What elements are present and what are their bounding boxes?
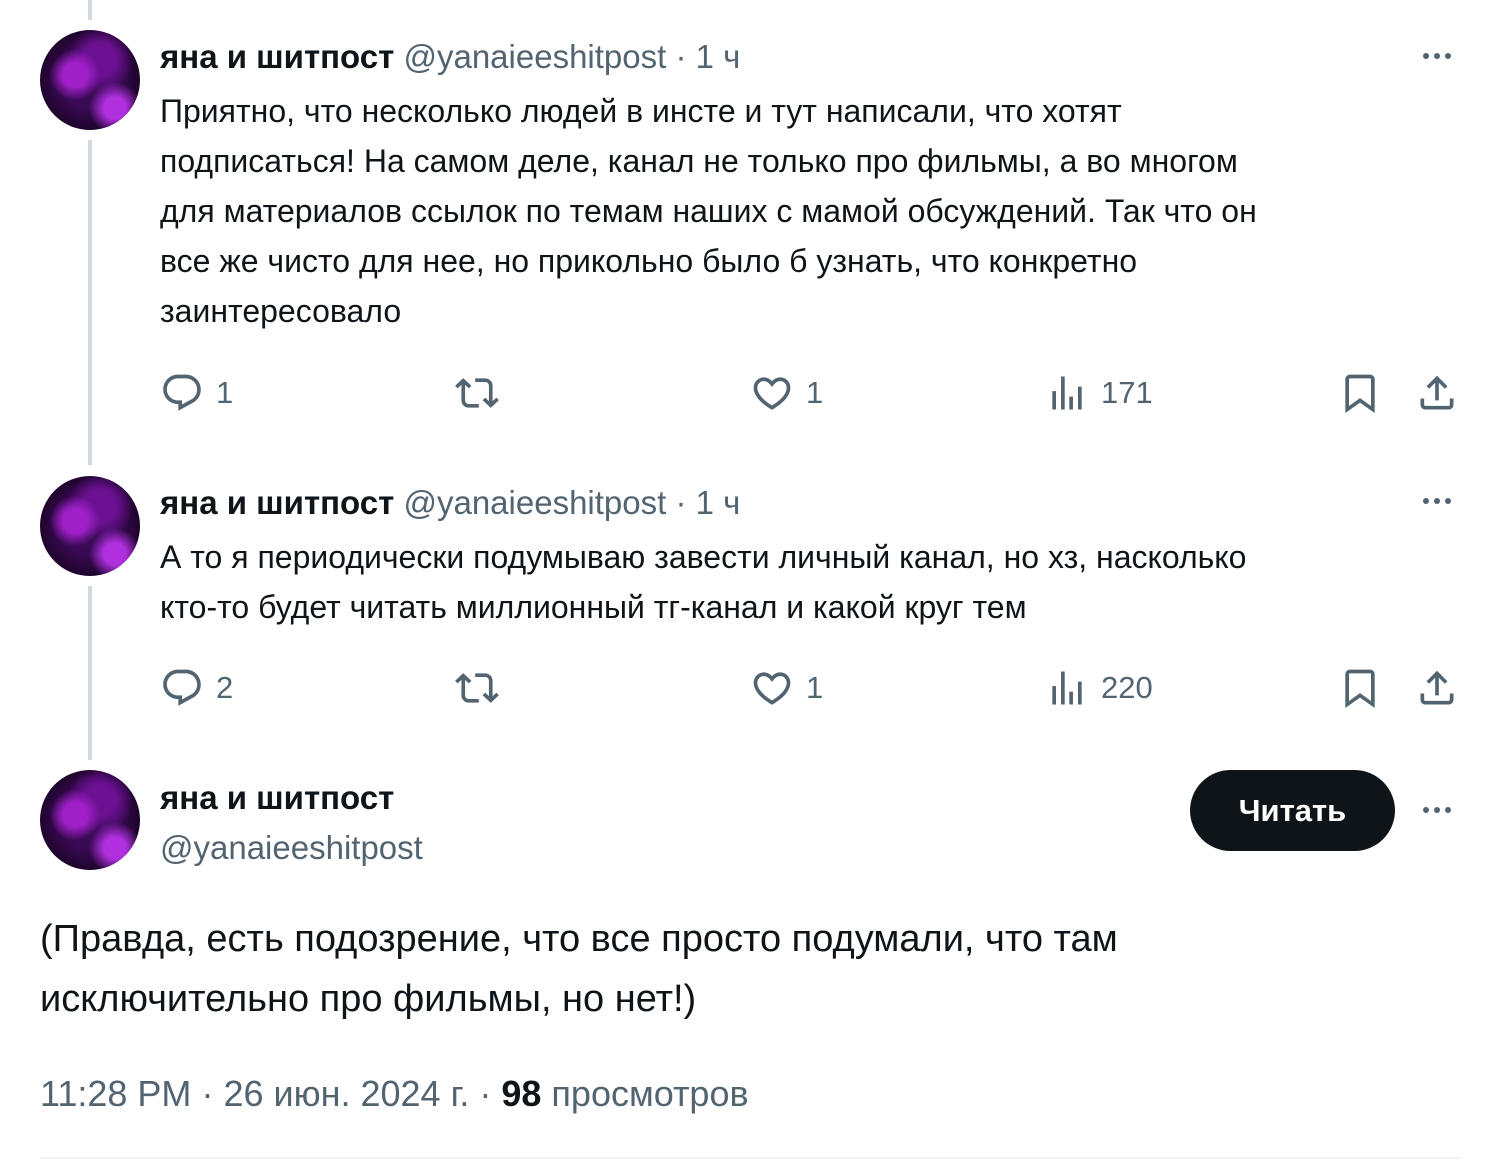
author-name[interactable]: яна и шитпост (160, 484, 394, 521)
like-button[interactable]: 1 (750, 371, 823, 415)
meta-separator: · (201, 1073, 214, 1114)
time-separator: · (675, 484, 687, 521)
thread-line (88, 586, 92, 760)
views-button[interactable]: 220 (1045, 666, 1153, 710)
like-button[interactable]: 1 (750, 666, 823, 710)
author-name-text: яна и шитпост (160, 779, 395, 816)
reply-button[interactable]: 2 (160, 666, 233, 710)
time-separator: · (675, 38, 687, 75)
author-handle[interactable]: @yanaieeshitpost (403, 38, 666, 75)
views-icon (1052, 671, 1082, 705)
avatar[interactable] (40, 476, 140, 576)
retweet-icon (455, 378, 499, 408)
more-icon[interactable] (1412, 795, 1462, 825)
tweet-header: яна и шитпост @yanaieeshitpost · 1 ч (160, 37, 740, 77)
text-line: исключительно про фильмы, но нет!) (40, 978, 697, 1020)
views-count: 220 (1101, 670, 1153, 705)
avatar[interactable] (40, 30, 140, 130)
tweet-text: (Правда, есть подозрение, что все просто… (40, 909, 1440, 1029)
bookmark-icon (1345, 669, 1375, 709)
tweet-text: А то я периодически подумываю завести ли… (160, 532, 1450, 632)
author-handle-text: @yanaieeshitpost (160, 829, 423, 866)
retweet-button[interactable] (455, 371, 511, 415)
more-icon[interactable] (1412, 486, 1462, 516)
author-name[interactable]: яна и шитпост (160, 778, 394, 818)
retweet-button[interactable] (455, 666, 511, 710)
bookmark-button[interactable] (1338, 371, 1382, 415)
heart-icon (753, 672, 791, 705)
share-icon (1420, 670, 1454, 705)
divider (40, 1157, 1462, 1159)
bookmark-icon (1345, 374, 1375, 414)
thread-line (88, 0, 92, 20)
bookmark-button[interactable] (1338, 666, 1382, 710)
tweet-text: Приятно, что несколько людей в инсте и т… (160, 86, 1450, 336)
text-line: Приятно, что несколько людей в инсте и т… (160, 93, 1122, 129)
tweet-date[interactable]: 26 июн. 2024 г. (223, 1073, 469, 1114)
share-button[interactable] (1415, 666, 1459, 710)
author-handle[interactable]: @yanaieeshitpost (160, 828, 423, 868)
like-count: 1 (806, 670, 824, 705)
reply-count: 2 (216, 670, 234, 705)
text-line: заинтересовало (160, 293, 402, 329)
avatar[interactable] (40, 770, 140, 870)
text-line: все же чисто для нее, но прикольно было … (160, 243, 1138, 279)
tweet-time[interactable]: 1 ч (696, 484, 741, 521)
heart-icon (753, 377, 791, 410)
tweet-time[interactable]: 1 ч (696, 38, 741, 75)
share-icon (1420, 375, 1454, 410)
text-line: (Правда, есть подозрение, что все просто… (40, 918, 1118, 960)
text-line: для материалов ссылок по темам наших с м… (160, 193, 1257, 229)
tweet-header: яна и шитпост @yanaieeshitpost · 1 ч (160, 483, 740, 523)
reply-button[interactable]: 1 (160, 371, 233, 415)
thread-line (88, 140, 92, 465)
text-line: А то я периодически подумываю завести ли… (160, 539, 1247, 575)
share-button[interactable] (1415, 371, 1459, 415)
follow-button[interactable]: Читать (1190, 770, 1395, 851)
more-icon[interactable] (1412, 41, 1462, 71)
reply-icon (163, 669, 201, 706)
tweet-meta: 11:28 PM · 26 июн. 2024 г. · 98 просмотр… (40, 1071, 749, 1117)
views-count: 98 (501, 1073, 542, 1114)
views-label: просмотров (551, 1073, 749, 1114)
text-line: кто-то будет читать миллионный тг-канал … (160, 589, 1027, 625)
views-count: 171 (1101, 375, 1153, 410)
tweet-time[interactable]: 11:28 PM (40, 1073, 191, 1114)
author-name[interactable]: яна и шитпост (160, 38, 394, 75)
text-line: подписаться! На самом деле, канал не тол… (160, 143, 1238, 179)
meta-separator: · (479, 1073, 492, 1114)
reply-icon (163, 374, 201, 411)
reply-count: 1 (216, 375, 234, 410)
views-icon (1052, 376, 1082, 410)
like-count: 1 (806, 375, 824, 410)
retweet-icon (455, 673, 499, 703)
views-button[interactable]: 171 (1045, 371, 1153, 415)
author-handle[interactable]: @yanaieeshitpost (403, 484, 666, 521)
